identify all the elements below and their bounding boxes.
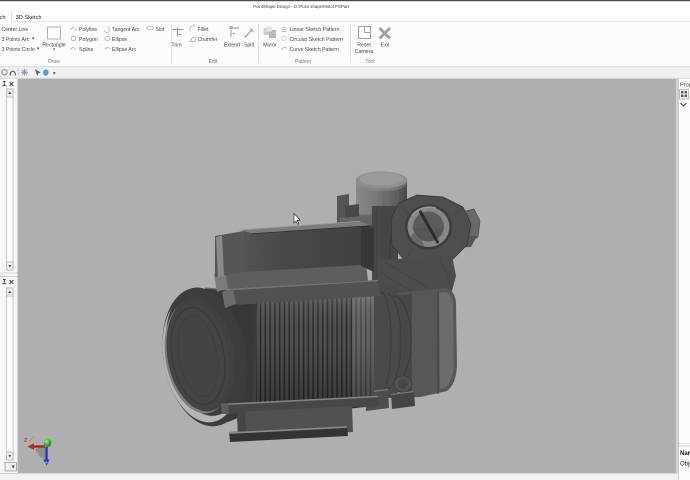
- svg-text:Polygon: Polygon: [79, 37, 98, 43]
- svg-text:Edit: Edit: [209, 59, 218, 65]
- svg-text:Ellipse: Ellipse: [112, 37, 127, 43]
- svg-text:Split: Split: [244, 43, 255, 49]
- svg-text:3 Points Arc: 3 Points Arc: [2, 37, 30, 43]
- svg-text:Trim: Trim: [171, 43, 181, 49]
- svg-text:Reset: Reset: [357, 43, 371, 49]
- svg-text:Tangent Arc: Tangent Arc: [112, 27, 140, 33]
- svg-text:3D Sketch: 3D Sketch: [16, 15, 42, 21]
- svg-text:Rectangle: Rectangle: [42, 43, 65, 49]
- svg-text:Prop: Prop: [680, 83, 690, 89]
- svg-text:Nam: Nam: [680, 451, 690, 457]
- svg-text:Slot: Slot: [156, 27, 165, 33]
- svg-text:3 Points Circle: 3 Points Circle: [2, 47, 36, 53]
- svg-text:Pattern: Pattern: [295, 59, 311, 65]
- svg-text:Obje: Obje: [680, 462, 690, 468]
- svg-text:Camera: Camera: [355, 49, 374, 55]
- svg-text:Spline: Spline: [79, 47, 94, 53]
- svg-text:Polyline: Polyline: [79, 27, 97, 33]
- svg-text:Circular Sketch Pattern: Circular Sketch Pattern: [290, 37, 343, 43]
- svg-text:Exit: Exit: [381, 43, 390, 49]
- svg-text:Ellipse Arc: Ellipse Arc: [112, 47, 137, 53]
- svg-text:Linear Sketch Pattern: Linear Sketch Pattern: [290, 27, 340, 33]
- svg-text:Fillet: Fillet: [198, 27, 210, 33]
- svg-text:tch: tch: [0, 15, 6, 21]
- svg-text:Curve Sketch Pattern: Curve Sketch Pattern: [290, 47, 339, 53]
- svg-text:Tool: Tool: [365, 59, 374, 65]
- svg-text:Chamfer: Chamfer: [198, 37, 218, 43]
- svg-text:Center Line: Center Line: [2, 27, 29, 33]
- svg-text:Extend: Extend: [224, 43, 240, 49]
- svg-text:Mirror: Mirror: [263, 43, 277, 49]
- svg-text:Draw: Draw: [48, 59, 60, 65]
- svg-text:PointShape Design - D:\Point s: PointShape Design - D:\Point shape\Motor…: [253, 4, 349, 9]
